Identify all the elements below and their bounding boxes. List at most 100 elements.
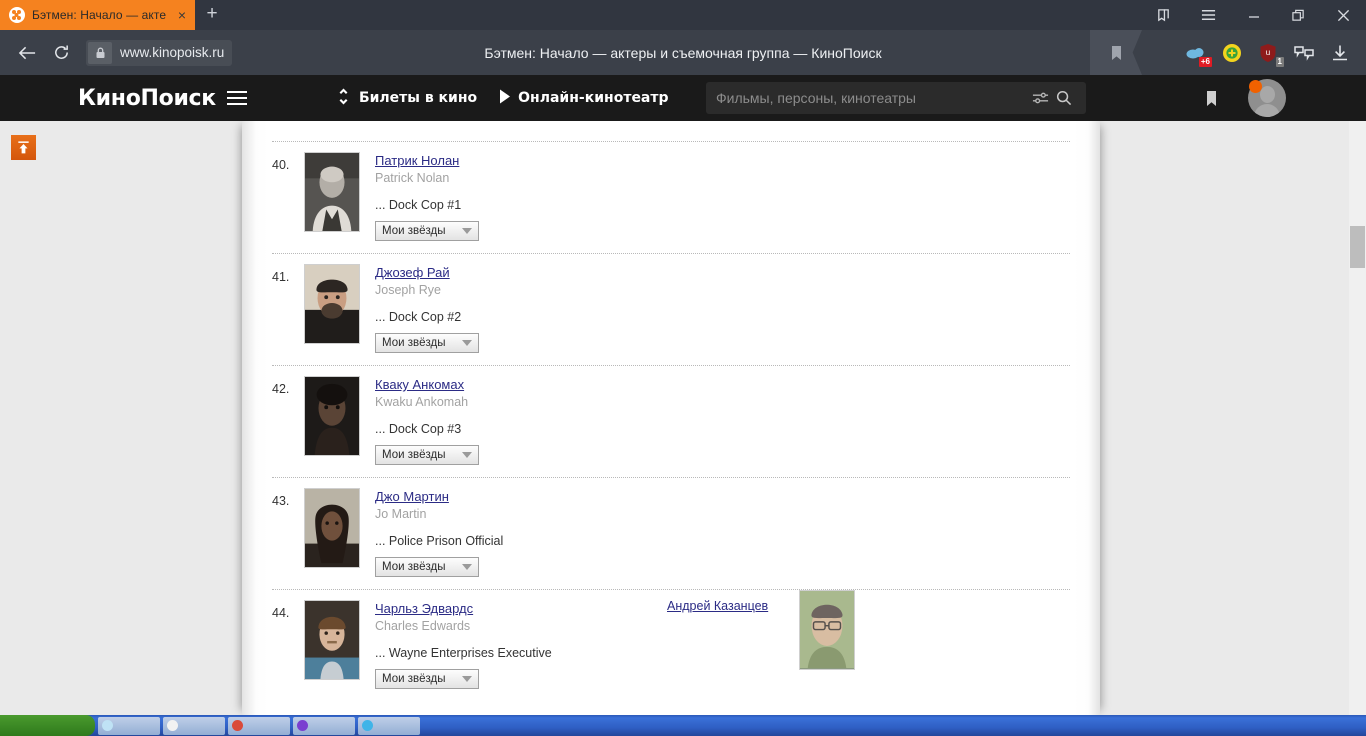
person-role: ... Dock Cop #2 (375, 310, 462, 324)
row-number: 41. (272, 270, 290, 284)
my-stars-select[interactable]: Мои звёзды (375, 669, 479, 689)
header-user-area (1194, 75, 1366, 121)
dub-actor-photo[interactable] (799, 590, 855, 670)
my-stars-select[interactable]: Мои звёзды (375, 445, 479, 465)
nav-online-cinema-label: Онлайн-кинотеатр (518, 90, 669, 106)
photo-patrick-nolan (305, 153, 359, 231)
bookmark-icon[interactable] (1194, 90, 1228, 107)
svg-text:u: u (1266, 48, 1270, 57)
magnifier-icon[interactable] (1052, 90, 1076, 106)
person-name-ru[interactable]: Кваку Анкомах (375, 376, 464, 393)
person-photo[interactable] (304, 600, 360, 680)
sliders-icon[interactable] (1028, 91, 1052, 105)
tab-manager-icon[interactable] (1289, 38, 1319, 68)
hamburger-menu-icon[interactable] (226, 91, 247, 105)
collections-icon[interactable] (1141, 0, 1186, 30)
photo-kwaku-ankomah (305, 377, 359, 455)
dub-actor-name[interactable]: Андрей Казанцев (667, 598, 768, 615)
my-stars-select[interactable]: Мои звёзды (375, 333, 479, 353)
page-scrollbar[interactable] (1349, 121, 1366, 715)
person-name-en: Jo Martin (375, 507, 427, 521)
person-photo[interactable] (304, 488, 360, 568)
person-info: Джо Мартин Jo Martin ... Police Prison O… (360, 488, 1070, 577)
scrollbar-thumb[interactable] (1350, 226, 1365, 268)
person-name-ru[interactable]: Патрик Нолан (375, 152, 459, 169)
shield-plus-icon[interactable] (1217, 38, 1247, 68)
photo-jo-martin (305, 489, 359, 567)
film-reel-icon (9, 7, 25, 23)
url-text: www.kinopoisk.ru (120, 45, 225, 60)
row-number: 44. (272, 606, 290, 620)
content-container: 40. Патрик Нолан Patrick Nolan ... Dock … (242, 121, 1100, 715)
person-role: ... Dock Cop #1 (375, 198, 462, 212)
address-bar[interactable]: www.kinopoisk.ru (86, 39, 233, 66)
person-info: Джозеф Рай Joseph Rye ... Dock Cop #2 Мо… (360, 264, 1070, 353)
person-photo[interactable] (304, 376, 360, 456)
my-stars-select[interactable]: Мои звёзды (375, 557, 479, 577)
person-name-en: Kwaku Ankomah (375, 395, 469, 409)
person-name-en: Patrick Nolan (375, 171, 450, 185)
menu-icon[interactable] (1186, 0, 1231, 30)
site-logo[interactable]: КиноПоиск (78, 86, 216, 111)
minimize-icon[interactable] (1231, 0, 1276, 30)
site-nav: Билеты в кино Онлайн-кинотеатр (335, 87, 669, 109)
adblock-badge: 1 (1275, 56, 1284, 67)
back-arrow-icon[interactable] (10, 36, 44, 70)
download-icon[interactable] (1325, 38, 1355, 68)
photo-joseph-rye (305, 265, 359, 343)
ticket-diamond-icon (335, 87, 352, 109)
person-name-ru[interactable]: Джо Мартин (375, 488, 449, 505)
taskbar-item[interactable] (228, 716, 290, 735)
restore-icon[interactable] (1276, 0, 1321, 30)
nav-tickets[interactable]: Билеты в кино (335, 87, 478, 109)
bookmark-flag-icon[interactable] (1090, 30, 1142, 75)
new-tab-button[interactable]: + (195, 0, 229, 30)
nav-online-cinema[interactable]: Онлайн-кинотеатр (499, 89, 669, 108)
row-number: 43. (272, 494, 290, 508)
tab-strip: Бэтмен: Начало — акте × + (0, 0, 1366, 30)
tab-close-icon[interactable]: × (175, 8, 189, 22)
taskbar-item[interactable] (163, 716, 225, 735)
taskbar-item[interactable] (358, 716, 420, 735)
nav-tickets-label: Билеты в кино (358, 90, 478, 106)
person-role: ... Wayne Enterprises Executive (375, 646, 552, 660)
table-row: 42. Кваку Анкомах Kwaku Ankomah ... Dock… (272, 366, 1070, 477)
logo-rest: Поиск (140, 85, 217, 111)
window-controls (1141, 0, 1366, 30)
site-header: КиноПоиск Билеты в кино Онлайн-кинотеатр (0, 75, 1366, 121)
adblock-icon[interactable]: u 1 (1253, 38, 1284, 68)
cast-list: 40. Патрик Нолан Patrick Nolan ... Dock … (242, 141, 1100, 701)
my-stars-label: Мои звёзды (382, 561, 446, 573)
start-button[interactable] (0, 715, 95, 736)
taskbar-item[interactable] (293, 716, 355, 735)
reload-icon[interactable] (44, 36, 78, 70)
search-box[interactable]: Фильмы, персоны, кинотеатры (706, 82, 1086, 114)
toolbar-extensions: +6 u 1 (1178, 30, 1358, 75)
search-input[interactable]: Фильмы, персоны, кинотеатры (716, 90, 1028, 106)
person-name-en: Charles Edwards (375, 619, 471, 633)
close-icon[interactable] (1321, 0, 1366, 30)
photo-charles-edwards (305, 601, 359, 679)
logo-bold: Кино (78, 85, 141, 111)
taskbar-item[interactable] (98, 716, 160, 735)
play-triangle-icon (499, 89, 511, 108)
page-viewport: 40. Патрик Нолан Patrick Nolan ... Dock … (0, 121, 1366, 715)
chevron-down-icon (462, 452, 472, 458)
scroll-to-top-button[interactable] (11, 135, 36, 160)
cloud-sync-icon[interactable]: +6 (1181, 38, 1212, 68)
person-name-ru[interactable]: Джозеф Рай (375, 264, 450, 281)
person-name-ru[interactable]: Чарльз Эдвардс (375, 600, 473, 617)
chevron-down-icon (462, 340, 472, 346)
chevron-down-icon (462, 564, 472, 570)
person-photo[interactable] (304, 152, 360, 232)
my-stars-label: Мои звёзды (382, 673, 446, 685)
browser-tab[interactable]: Бэтмен: Начало — акте × (0, 0, 195, 30)
person-info: Кваку Анкомах Kwaku Ankomah ... Dock Cop… (360, 376, 1070, 465)
person-photo[interactable] (304, 264, 360, 344)
table-row: 41. Джозеф Рай Joseph Rye ... Dock Cop #… (272, 254, 1070, 365)
table-row: 40. Патрик Нолан Patrick Nolan ... Dock … (272, 142, 1070, 253)
my-stars-select[interactable]: Мои звёзды (375, 221, 479, 241)
browser-toolbar: www.kinopoisk.ru Бэтмен: Начало — актеры… (0, 30, 1366, 75)
person-name-en: Joseph Rye (375, 283, 442, 297)
browser-window: Бэтмен: Начало — акте × + www.kinopoisk.… (0, 0, 1366, 736)
